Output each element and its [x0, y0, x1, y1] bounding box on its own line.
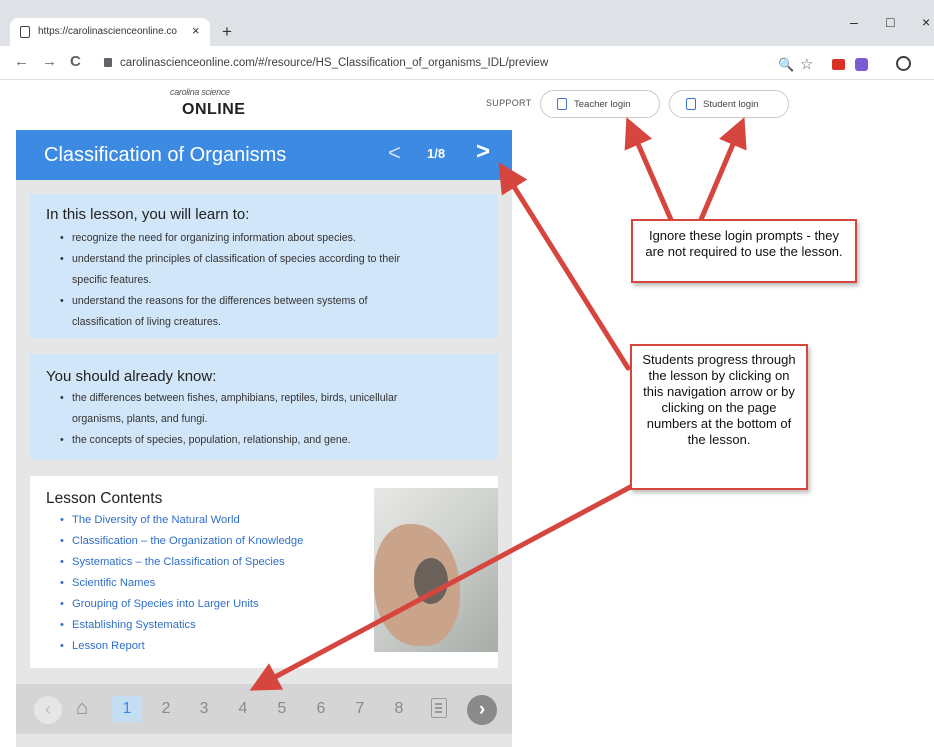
maximize-button[interactable]: □	[886, 14, 894, 30]
lesson-link[interactable]: Lesson Report	[60, 636, 303, 657]
extension-purple-icon[interactable]	[855, 58, 868, 71]
lock-icon	[104, 58, 112, 67]
lesson-photo	[374, 488, 498, 652]
bookmark-star-icon[interactable]: ☆	[800, 55, 813, 73]
arrow-to-teacher-login	[624, 117, 675, 225]
site-header: carolina science ONLINE SUPPORT Teacher …	[0, 80, 934, 130]
home-icon[interactable]: ⌂	[76, 697, 88, 720]
login-callout: Ignore these login prompts - they are no…	[631, 219, 857, 283]
logo-tagline: carolina science	[170, 87, 230, 97]
know-heading: You should already know:	[46, 368, 217, 385]
page-number-5[interactable]: 5	[267, 696, 297, 722]
contents-box: Lesson Contents The Diversity of the Nat…	[30, 476, 498, 668]
zoom-icon[interactable]: 🔍	[778, 57, 794, 73]
lesson-header: Classification of Organisms < 1/8 >	[16, 130, 512, 180]
forward-button[interactable]: →	[42, 53, 57, 70]
list-item: the differences between fishes, amphibia…	[60, 388, 397, 409]
pager-prev-button[interactable]: ‹	[34, 696, 62, 724]
list-item: the concepts of species, population, rel…	[60, 430, 397, 451]
page-indicator: 1/8	[427, 146, 446, 161]
lesson-link[interactable]: Systematics – the Classification of Spec…	[60, 552, 303, 573]
know-box: You should already know: the differences…	[30, 354, 498, 460]
close-window-button[interactable]: ×	[922, 14, 930, 30]
lesson-link[interactable]: The Diversity of the Natural World	[60, 510, 303, 531]
learn-heading: In this lesson, you will learn to:	[46, 206, 250, 223]
arrow-to-student-login	[697, 117, 747, 225]
learn-list: recognize the need for organizing inform…	[60, 228, 400, 333]
browser-tab[interactable]: https://carolinascienceonline.co ×	[10, 18, 210, 46]
next-page-arrow-icon[interactable]: >	[476, 138, 490, 166]
extension-red-icon[interactable]	[832, 59, 845, 70]
screen: { "browser": { "tab_title": "https://car…	[0, 0, 934, 747]
page-number-8[interactable]: 8	[384, 696, 414, 722]
lock-icon	[557, 98, 567, 110]
browser-toolbar: ← → C carolinascienceonline.com/#/resour…	[0, 46, 934, 80]
navigation-callout: Students progress through the lesson by …	[630, 344, 808, 490]
teacher-login-label: Teacher login	[574, 99, 631, 110]
page-number-6[interactable]: 6	[306, 696, 336, 722]
lesson-title: Classification of Organisms	[44, 144, 287, 166]
url-text: carolinascienceonline.com/#/resource/HS_…	[120, 57, 549, 69]
lesson-panel: Classification of Organisms < 1/8 > In t…	[16, 130, 512, 747]
contents-heading: Lesson Contents	[46, 490, 163, 507]
contents-list: The Diversity of the Natural World Class…	[60, 510, 303, 657]
report-icon[interactable]	[431, 698, 447, 718]
profile-icon[interactable]	[896, 56, 911, 71]
teacher-login-button[interactable]: Teacher login	[540, 90, 660, 118]
lesson-link[interactable]: Scientific Names	[60, 573, 303, 594]
lesson-link[interactable]: Grouping of Species into Larger Units	[60, 594, 303, 615]
browser-tabstrip: https://carolinascienceonline.co × + – □…	[0, 0, 934, 46]
reload-button[interactable]: C	[70, 53, 81, 70]
tab-title: https://carolinascienceonline.co	[38, 26, 177, 37]
page-number-4[interactable]: 4	[228, 696, 258, 722]
prev-page-arrow-icon[interactable]: <	[388, 140, 401, 166]
list-item: classification of living creatures.	[72, 316, 221, 328]
lock-icon	[686, 98, 696, 110]
lesson-link[interactable]: Classification – the Organization of Kno…	[60, 531, 303, 552]
address-bar[interactable]: carolinascienceonline.com/#/resource/HS_…	[92, 50, 822, 76]
list-item: understand the principles of classificat…	[60, 249, 400, 270]
page-icon	[20, 26, 30, 38]
know-list: the differences between fishes, amphibia…	[60, 388, 397, 451]
list-item: specific features.	[72, 274, 152, 286]
learn-box: In this lesson, you will learn to: recog…	[30, 194, 498, 338]
new-tab-button[interactable]: +	[222, 22, 232, 42]
page-navigation: ‹ ⌂ 1 2 3 4 5 6 7 8 ›	[16, 684, 512, 734]
lesson-link[interactable]: Establishing Systematics	[60, 615, 303, 636]
list-item: recognize the need for organizing inform…	[60, 228, 400, 249]
list-item: organisms, plants, and fungi.	[72, 413, 208, 425]
minimize-button[interactable]: –	[850, 14, 858, 30]
student-login-label: Student login	[703, 99, 759, 110]
page-number-7[interactable]: 7	[345, 696, 375, 722]
back-button[interactable]: ←	[14, 53, 29, 70]
student-login-button[interactable]: Student login	[669, 90, 789, 118]
support-link[interactable]: SUPPORT	[486, 98, 531, 108]
page-number-1[interactable]: 1	[112, 696, 142, 722]
page-number-2[interactable]: 2	[151, 696, 181, 722]
list-item: understand the reasons for the differenc…	[60, 291, 400, 312]
arrow-to-next-arrow	[498, 162, 631, 371]
site-logo[interactable]: ONLINE	[182, 101, 245, 119]
pager-next-button[interactable]: ›	[467, 695, 497, 725]
tab-close-icon[interactable]: ×	[192, 23, 200, 38]
page-number-3[interactable]: 3	[189, 696, 219, 722]
